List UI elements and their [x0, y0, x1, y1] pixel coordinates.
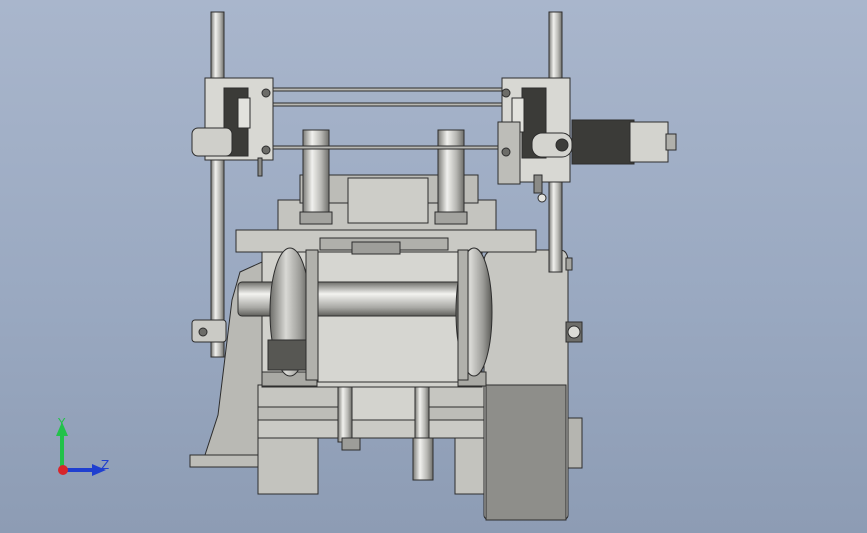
drive-cover [483, 249, 573, 521]
right-knob [565, 321, 583, 343]
base-frame [257, 379, 489, 495]
y-axis-label: Y [57, 416, 66, 430]
left-wheel [267, 247, 319, 381]
machine-model[interactable]: Y Z [0, 0, 867, 533]
x-axis-dot [58, 465, 68, 475]
left-rod-clamp [191, 319, 227, 343]
cad-viewport[interactable]: Y Z [0, 0, 867, 533]
cross-rails [261, 87, 503, 150]
orientation-triad: Y Z [56, 416, 109, 476]
left-guide-rod [210, 11, 225, 358]
z-axis-label: Z [101, 458, 109, 472]
left-carriage [191, 77, 274, 177]
